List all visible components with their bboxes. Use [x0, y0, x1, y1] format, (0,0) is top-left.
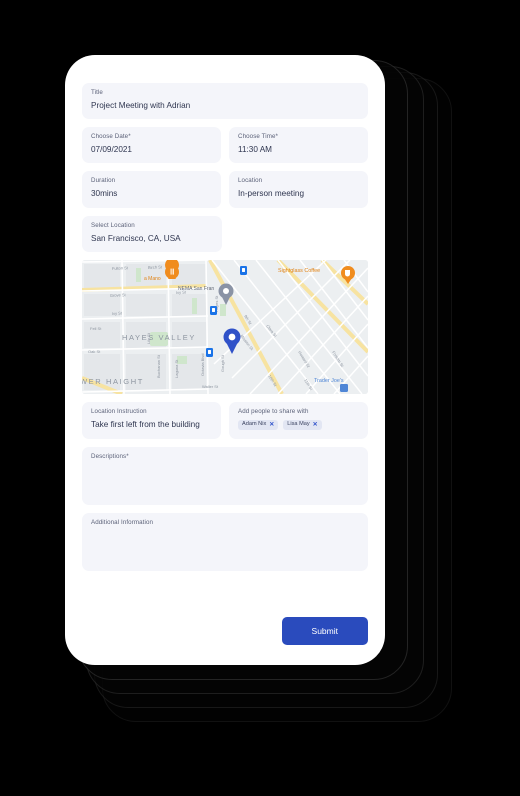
location-value: In-person meeting — [238, 189, 304, 199]
duration-location-row: Duration 30mins Location In-person meeti… — [82, 171, 368, 208]
restaurant-pin-icon — [165, 259, 180, 279]
list-item[interactable]: Adam Nix ✕ — [238, 419, 279, 430]
list-item[interactable]: Lisa May ✕ — [283, 419, 322, 430]
svg-text:Laguna St: Laguna St — [174, 359, 179, 378]
close-icon[interactable]: ✕ — [313, 422, 318, 428]
title-value: Project Meeting with Adrian — [91, 100, 191, 110]
svg-text:Birch St: Birch St — [148, 264, 163, 270]
location-map[interactable]: Fulton St Birch St Grove St Ivy St Ivy S… — [82, 259, 368, 394]
date-time-row: Choose Date* 07/09/2021 Choose Time* 11:… — [82, 127, 368, 164]
map-canvas: Fulton St Birch St Grove St Ivy St Ivy S… — [82, 259, 368, 394]
svg-text:Gough St: Gough St — [220, 354, 225, 372]
map-poi-trader-joes: Trader Joe's — [314, 378, 344, 384]
map-poi-a-mano: a Mano — [144, 276, 161, 282]
share-people-field[interactable]: Add people to share with Adam Nix ✕ Lisa… — [229, 401, 368, 439]
descriptions-label: Descriptions* — [91, 452, 129, 460]
descriptions-value — [91, 465, 359, 466]
screen-root: Title Project Meeting with Adrian Choose… — [0, 0, 520, 796]
svg-text:Ivy St: Ivy St — [112, 310, 123, 316]
duration-field[interactable]: Duration 30mins — [82, 171, 221, 208]
choose-date-field[interactable]: Choose Date* 07/09/2021 — [82, 127, 221, 164]
map-poi-nema: NEMA San Fran — [178, 286, 214, 292]
choose-date-value: 07/09/2021 — [91, 145, 132, 155]
location-instruction-field[interactable]: Location Instruction Take first left fro… — [82, 401, 221, 439]
duration-label: Duration — [91, 177, 116, 185]
location-instruction-value: Take first left from the building — [91, 419, 200, 429]
additional-information-value — [91, 531, 359, 532]
svg-text:Fulton St: Fulton St — [112, 265, 129, 271]
share-people-label: Add people to share with — [238, 407, 309, 415]
additional-information-label: Additional Information — [91, 518, 154, 526]
location-label: Location — [238, 177, 263, 185]
instruction-share-row: Location Instruction Take first left fro… — [82, 401, 368, 439]
transit-marker-icon — [240, 265, 247, 275]
map-label-hayes-valley: HAYES VALLEY — [122, 333, 196, 342]
svg-text:Octavia Blvd: Octavia Blvd — [200, 353, 205, 375]
submit-row: Submit — [82, 616, 368, 645]
title-label: Title — [91, 89, 103, 96]
chip-label: Lisa May — [287, 420, 310, 427]
choose-time-field[interactable]: Choose Time* 11:30 AM — [229, 127, 368, 164]
svg-text:Fell St: Fell St — [90, 326, 102, 331]
transit-marker-icon — [206, 347, 213, 357]
additional-information-field[interactable]: Additional Information — [82, 512, 368, 571]
location-field[interactable]: Location In-person meeting — [229, 171, 368, 208]
chip-label: Adam Nix — [242, 420, 267, 427]
title-field[interactable]: Title Project Meeting with Adrian — [82, 83, 368, 120]
svg-text:Waller St: Waller St — [202, 384, 219, 389]
location-instruction-label: Location Instruction — [91, 407, 147, 415]
map-label-lower-haight: WER HAIGHT — [82, 377, 144, 386]
map-poi-sightglass: Sightglass Coffee — [278, 268, 320, 274]
close-icon[interactable]: ✕ — [269, 422, 274, 428]
select-location-label: Select Location — [91, 221, 135, 229]
choose-time-value: 11:30 AM — [238, 145, 272, 155]
svg-text:Grove St: Grove St — [110, 292, 127, 298]
select-location-value: San Francisco, CA, USA — [91, 233, 181, 243]
share-chip-list: Adam Nix ✕ Lisa May ✕ — [238, 419, 359, 430]
choose-date-label: Choose Date* — [91, 133, 131, 141]
svg-text:Oak St: Oak St — [88, 349, 101, 354]
form-card: Title Project Meeting with Adrian Choose… — [65, 55, 385, 665]
duration-value: 30mins — [91, 189, 118, 199]
store-marker-icon — [340, 383, 348, 392]
submit-button[interactable]: Submit — [281, 616, 368, 645]
choose-time-label: Choose Time* — [238, 133, 279, 141]
descriptions-field[interactable]: Descriptions* — [82, 446, 368, 505]
svg-text:Buchanan St: Buchanan St — [156, 354, 161, 378]
select-location-field[interactable]: Select Location San Francisco, CA, USA — [82, 215, 222, 252]
transit-marker-icon — [210, 305, 217, 315]
